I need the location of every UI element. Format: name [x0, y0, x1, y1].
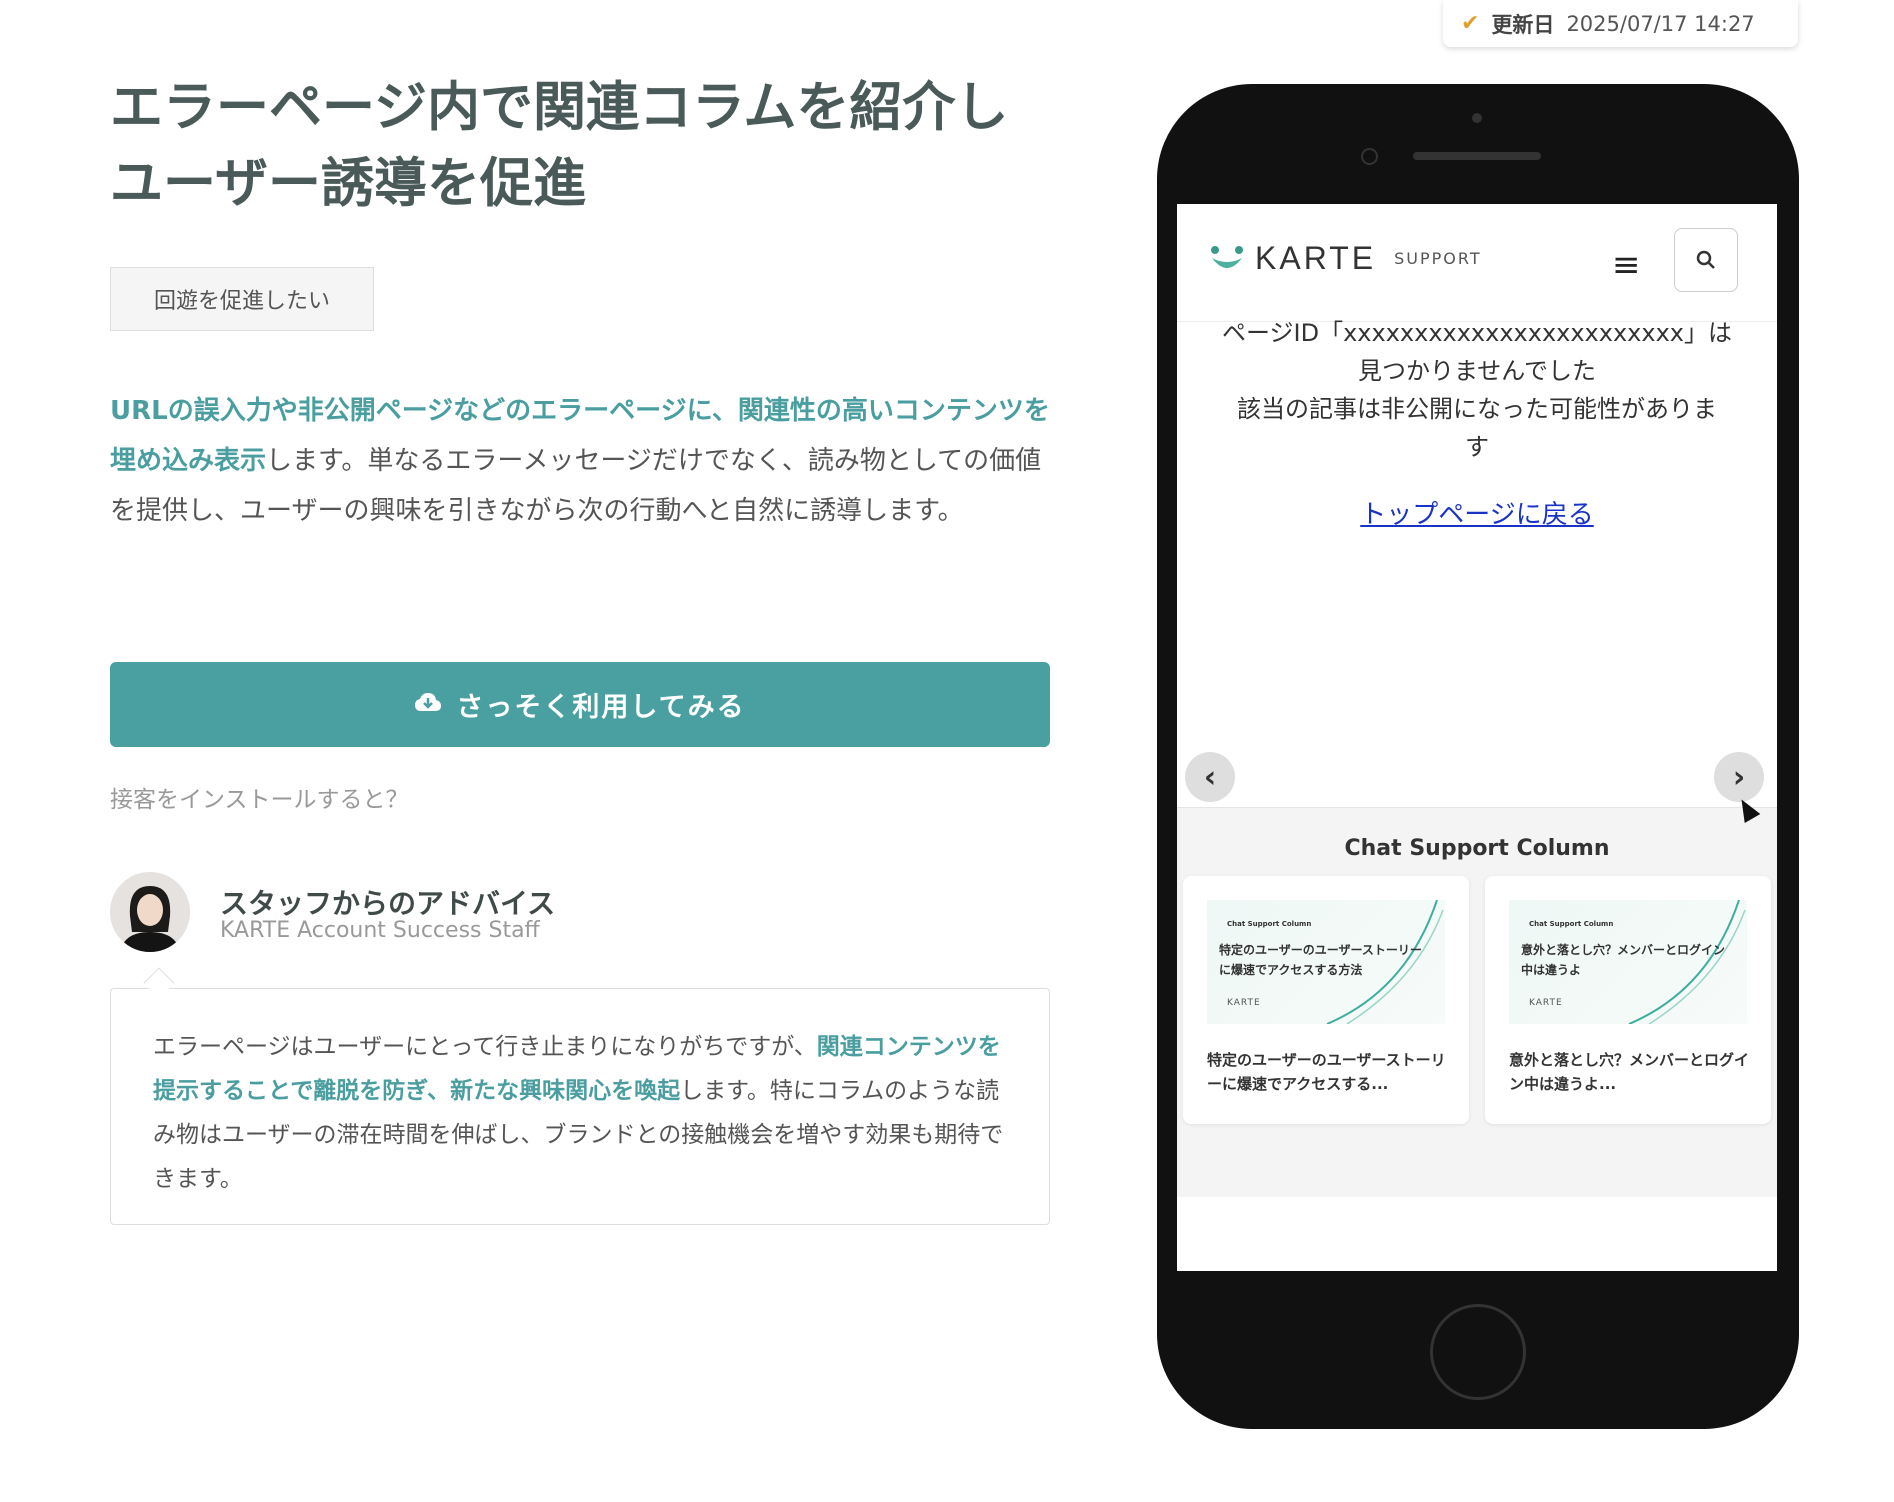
chevron-right-icon: › — [1732, 759, 1746, 795]
chevron-left-icon: ‹ — [1203, 759, 1217, 795]
cloud-download-icon — [414, 690, 442, 720]
karte-logo-mark-icon — [1209, 244, 1245, 274]
phone-screen: KARTE SUPPORT ≡ ページID「xxxxxxxxxxxxxxxxxx… — [1177, 204, 1777, 1271]
back-to-top-link[interactable]: トップページに戻る — [1177, 494, 1777, 531]
updated-value: 2025/07/17 14:27 — [1566, 11, 1755, 36]
search-button[interactable] — [1674, 228, 1738, 292]
search-icon — [1696, 250, 1715, 269]
card-thumbnail: Chat Support Column 意外と落とし穴？メンバーとログイン中は違… — [1509, 900, 1747, 1024]
error-line-4: す — [1465, 433, 1489, 461]
hamburger-menu-icon[interactable]: ≡ — [1612, 245, 1641, 285]
check-icon: ✔ — [1461, 11, 1480, 36]
column-card[interactable]: Chat Support Column 特定のユーザーのユーザーストーリーに爆速… — [1183, 876, 1469, 1124]
description: URLの誤入力や非公開ページなどのエラーページに、関連性の高いコンテンツを埋め込… — [110, 386, 1050, 536]
card-title: 意外と落とし穴？メンバーとログイン中は違うよ... — [1509, 1051, 1750, 1093]
error-line-1: ページID「xxxxxxxxxxxxxxxxxxxxxxxx」は — [1222, 319, 1732, 347]
card-title: 特定のユーザーのユーザーストーリーに爆速でアクセスする... — [1207, 1051, 1446, 1093]
category-tag[interactable]: 回遊を促進したい — [110, 267, 374, 331]
updated-date: ✔ 更新日 2025/07/17 14:27 — [1443, 0, 1798, 47]
phone-sensor — [1472, 113, 1482, 123]
advice-bubble: エラーページはユーザーにとって行き止まりになりがちですが、関連コンテンツを提示す… — [110, 988, 1050, 1225]
try-now-label: さっそく利用してみる — [456, 692, 746, 723]
karte-brand: KARTE — [1255, 240, 1377, 276]
install-link[interactable]: 接客をインストールすると？ — [110, 780, 409, 814]
phone-home-button — [1430, 1304, 1526, 1400]
advice-subtitle: KARTE Account Success Staff — [220, 918, 540, 943]
carousel-prev-button[interactable]: ‹ — [1185, 752, 1235, 802]
phone-speaker — [1413, 152, 1541, 160]
updated-label: 更新日 — [1491, 12, 1555, 37]
card-thumb-logo: KARTE — [1227, 998, 1261, 1008]
avatar — [110, 872, 190, 952]
advice-text-before: エラーページはユーザーにとって行き止まりになりがちですが、 — [153, 1034, 817, 1060]
card-thumb-text: 特定のユーザーのユーザーストーリーに爆速でアクセスする方法 — [1219, 943, 1422, 977]
card-thumb-caption: Chat Support Column — [1529, 920, 1614, 928]
error-message: ページID「xxxxxxxxxxxxxxxxxxxxxxxx」は 見つかりません… — [1197, 314, 1757, 466]
try-now-button[interactable]: さっそく利用してみる — [110, 662, 1050, 747]
card-thumb-text: 意外と落とし穴？メンバーとログイン中は違うよ — [1521, 943, 1726, 977]
phone-camera — [1361, 148, 1378, 165]
karte-support-label: SUPPORT — [1394, 249, 1482, 268]
advice-title: スタッフからのアドバイス — [220, 887, 556, 920]
card-thumb-logo: KARTE — [1529, 998, 1563, 1008]
card-thumb-caption: Chat Support Column — [1227, 920, 1312, 928]
column-section: Chat Support Column Chat Support Column … — [1177, 807, 1777, 1197]
card-thumbnail: Chat Support Column 特定のユーザーのユーザーストーリーに爆速… — [1207, 900, 1445, 1024]
support-header: KARTE SUPPORT ≡ — [1177, 204, 1777, 322]
carousel-next-button[interactable]: › — [1714, 752, 1764, 802]
error-line-3: 該当の記事は非公開になった可能性がありま — [1237, 395, 1717, 423]
column-card[interactable]: Chat Support Column 意外と落とし穴？メンバーとログイン中は違… — [1485, 876, 1771, 1124]
error-line-2: 見つかりませんでした — [1357, 357, 1597, 385]
column-title: Chat Support Column — [1344, 836, 1610, 861]
karte-logo[interactable]: KARTE SUPPORT — [1209, 240, 1482, 277]
page-title: エラーページ内で関連コラムを紹介しユーザー誘導を促進 — [110, 77, 1009, 214]
